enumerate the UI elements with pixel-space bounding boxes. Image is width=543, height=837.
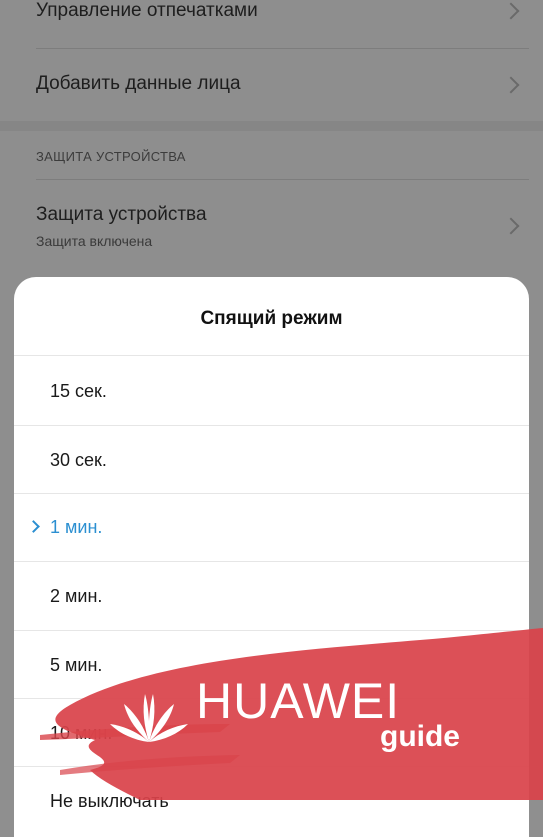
sleep-mode-dialog: Спящий режим 15 сек. 30 сек. 1 мин. 2 ми… bbox=[14, 277, 529, 837]
option-10-min[interactable]: 10 мин. bbox=[14, 699, 529, 767]
dialog-title: Спящий режим bbox=[200, 308, 343, 329]
option-never[interactable]: Не выключать bbox=[14, 767, 529, 835]
settings-item-fingerprints[interactable]: Управление отпечатками bbox=[0, 0, 543, 48]
option-5-min[interactable]: 5 мин. bbox=[14, 631, 529, 699]
option-label: Не выключать bbox=[50, 791, 169, 811]
option-label: 10 мин. bbox=[50, 723, 113, 743]
settings-item-face-data[interactable]: Добавить данные лица bbox=[0, 49, 543, 121]
option-2-min[interactable]: 2 мин. bbox=[14, 562, 529, 630]
chevron-right-icon bbox=[502, 2, 520, 20]
section-header-label: ЗАЩИТА УСТРОЙСТВА bbox=[36, 149, 186, 164]
divider bbox=[14, 355, 529, 356]
chevron-right-icon bbox=[502, 217, 520, 235]
option-label: 30 сек. bbox=[50, 450, 107, 470]
selected-chevron-icon bbox=[27, 520, 40, 533]
option-label: 15 сек. bbox=[50, 381, 107, 401]
option-15-sec[interactable]: 15 сек. bbox=[14, 357, 529, 425]
option-label: 5 мин. bbox=[50, 655, 103, 675]
option-30-sec[interactable]: 30 сек. bbox=[14, 426, 529, 494]
option-label: 2 мин. bbox=[50, 586, 103, 606]
settings-item-label: Управление отпечатками bbox=[36, 0, 258, 21]
settings-item-label: Добавить данные лица bbox=[36, 73, 241, 94]
settings-item-subtitle: Защита включена bbox=[36, 233, 153, 249]
settings-item-device-protection[interactable]: Защита устройства Защита включена bbox=[0, 180, 543, 272]
option-label: 1 мин. bbox=[50, 517, 103, 537]
option-1-min[interactable]: 1 мин. bbox=[14, 493, 529, 561]
chevron-right-icon bbox=[502, 76, 520, 94]
section-header-device-protection: ЗАЩИТА УСТРОЙСТВА bbox=[0, 131, 543, 179]
section-gap bbox=[0, 121, 543, 131]
settings-item-label: Защита устройства bbox=[36, 204, 207, 225]
